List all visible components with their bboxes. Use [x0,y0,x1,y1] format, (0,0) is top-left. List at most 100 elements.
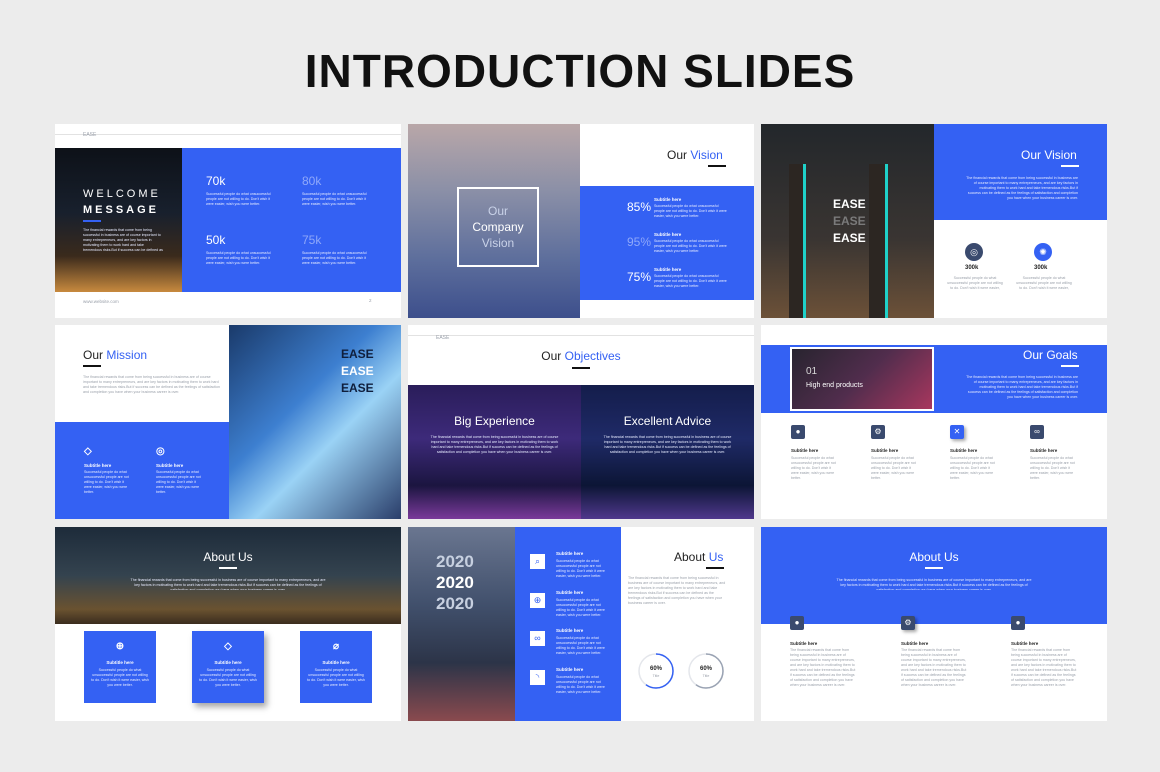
rss-icon: ◝ [530,670,545,685]
ring-value: 60% [699,666,712,672]
item-subtitle: Subtitle here [791,448,819,453]
item-body: Successful people do what unsuccessful p… [156,470,201,494]
title-part: About [674,550,706,564]
divider [408,335,754,336]
ease-text: EASE [833,214,866,228]
mission-body: The financial rewards that come from bei… [83,375,221,394]
item-body: Successful people do what unsuccessful p… [871,456,916,480]
item-subtitle: Subtitle here [556,551,584,556]
item-subtitle: Subtitle here [556,590,584,595]
stat-value: 300k [965,265,979,271]
slide-our-objectives[interactable]: EASE Our Objectives Big Experience The f… [408,325,754,519]
title-part: Our [541,349,562,363]
about-body: The financial rewards that come from bei… [130,578,326,590]
bulb-icon: ✺ [1034,243,1052,261]
ease-text: EASE [341,364,374,378]
photo-label: Our [487,204,508,218]
ease-text: EASE [833,231,866,245]
item-body: Successful people do what unsuccessful p… [950,456,995,480]
stat-value: 75k [302,233,322,247]
accent-line [83,220,101,222]
stat-body: Successful people do what unsuccessful p… [302,192,367,206]
about-body: The financial rewards that come from bei… [836,578,1032,590]
title-underline [572,367,590,369]
about-body: The financial rewards that come from bei… [628,576,726,605]
city-night-photo [55,148,182,292]
item-body: Successful people do what unsuccessful p… [556,636,605,655]
ring-value: 60% [649,666,662,672]
globe-icon: ⊕ [115,641,125,652]
group-icon: ● [1011,616,1025,630]
stat-body: Successful people do what unsuccessful p… [206,251,271,265]
title-underline [706,567,724,569]
title-underline [1061,365,1079,367]
tower-light [885,164,888,318]
photo-label: Vision [481,236,515,250]
vision-body: The financial rewards that come from bei… [966,176,1078,200]
item-subtitle: Subtitle here [556,628,584,633]
diamond-icon: ◇ [224,641,232,652]
year-text: 2020 [436,594,474,613]
user-icon: ● [791,425,805,439]
message-text: MESSAGE [83,204,160,216]
goals-body: The financial rewards that come from bei… [966,375,1078,399]
welcome-text: WELCOME [83,188,161,200]
percent-value: 95% [627,235,652,249]
item-body: Successful people do what unsuccessful p… [654,274,727,288]
panel-heading: Big Experience [454,414,535,428]
slide-our-vision-stats[interactable]: EASE EASE EASE Our Vision The financial … [761,124,1107,318]
item-body: The financial rewards that come from bei… [790,648,856,687]
title-accent: Vision [690,148,723,162]
slide-our-goals[interactable]: 01 High end products Our Goals The finan… [761,325,1107,519]
ring-label: Title [652,674,660,678]
stat-value: 80k [302,174,322,188]
title-underline [925,567,943,569]
stat-body: Successful people do what unsuccessful p… [947,276,1003,290]
neon-photo [790,347,934,411]
divider [55,134,401,135]
card-subtitle: Subtitle here [214,660,242,665]
stat-body: Successful people do what unsuccessful p… [1016,276,1072,290]
title-accent: Mission [106,348,148,362]
stat-body: Successful people do what unsuccessful p… [206,192,271,206]
item-subtitle: Subtitle here [1011,641,1039,646]
card-body: Successful people do what unsuccessful p… [91,668,149,687]
gear-icon: ⚙ [901,616,915,630]
percent-value: 85% [627,200,652,214]
item-body: The financial rewards that come from bei… [1011,648,1077,687]
item-subtitle: Subtitle here [84,463,112,468]
paperclip-icon: ⌀ [332,641,340,652]
ease-text: EASE [341,347,374,361]
slide-about-us-2020[interactable]: 2020 2020 2020 ⌕ Subtitle here Successfu… [408,527,754,721]
slide-about-us-band[interactable]: About Us The financial rewards that come… [761,527,1107,721]
target-icon: ◎ [156,446,165,457]
percent-value: 75% [627,270,652,284]
item-body: Successful people do what unsuccessful p… [1030,456,1075,480]
slide-our-mission[interactable]: Our Mission The financial rewards that c… [55,325,401,519]
item-subtitle: Subtitle here [790,641,818,646]
stat-value: 70k [206,174,226,188]
brand-label: EASE [83,132,97,138]
page-title: INTRODUCTION SLIDES [304,45,856,97]
slide-title: About Us [909,550,959,564]
item-body: Successful people do what unsuccessful p… [654,239,727,253]
zoom-icon: ⊕ [530,593,545,608]
slide-about-us-cards[interactable]: About Us The financial rewards that come… [55,527,401,721]
item-subtitle: Subtitle here [654,232,682,237]
tower-shape [869,164,885,318]
card-subtitle: Subtitle here [106,660,134,665]
slide-welcome-message[interactable]: EASE WELCOME MESSAGE The financial rewar… [55,124,401,318]
page-number: 2 [369,298,372,303]
card-body: Successful people do what unsuccessful p… [199,668,257,687]
welcome-body: The financial rewards that come from bei… [83,228,163,252]
user-icon: ● [790,616,804,630]
slide-title: Our Vision [667,148,723,162]
card-subtitle: Subtitle here [322,660,350,665]
search-icon: ⌕ [530,554,545,569]
slide-title: Our Mission [83,348,147,362]
panel-heading: Excellent Advice [623,414,712,428]
photo-caption: High end products [806,382,863,389]
slide-our-vision-percent[interactable]: Our Company Vision Our Vision 85% Subtit… [408,124,754,318]
item-number: 01 [806,366,818,377]
item-subtitle: Subtitle here [1030,448,1058,453]
